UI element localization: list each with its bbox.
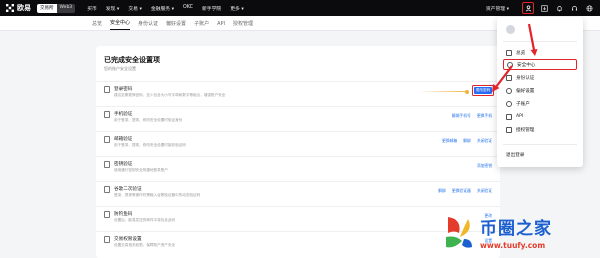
arrow-head-security-center <box>530 49 538 56</box>
watermark-text: 币圈之家 www.tuufy.com <box>480 214 552 250</box>
tuufy-logo-icon <box>446 217 472 248</box>
watermark: 币圈之家 www.tuufy.com <box>442 208 596 256</box>
watermark-url: www.tuufy.com <box>480 241 546 250</box>
watermark-name: 币圈之家 <box>480 219 552 239</box>
arrow-to-change-password <box>495 65 513 88</box>
arrow-to-security-center <box>527 23 536 51</box>
